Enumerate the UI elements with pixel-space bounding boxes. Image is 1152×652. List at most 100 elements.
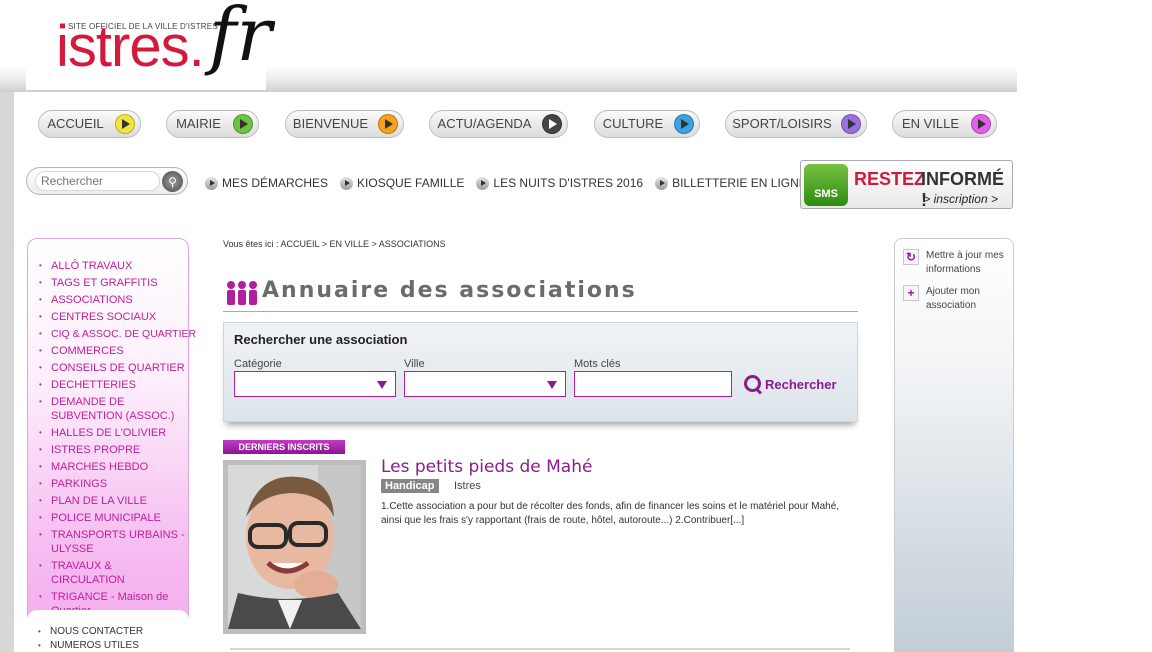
play-arrow-icon xyxy=(476,176,490,190)
quicklink-mes-demarches[interactable]: MES DÉMARCHES xyxy=(205,175,328,191)
add-association-link[interactable]: + Ajouter mon association xyxy=(903,285,996,313)
nav-bienvenue[interactable]: BIENVENUE xyxy=(285,110,404,138)
play-arrow-icon xyxy=(205,176,218,190)
page-title: Annuaire des associations xyxy=(262,278,637,303)
site-logo[interactable]: istres. SITE OFFICIEL DE LA VILLE D'ISTR… xyxy=(26,0,272,90)
nav-label: ACTU/AGENDA xyxy=(437,116,532,131)
header: istres. SITE OFFICIEL DE LA VILLE D'ISTR… xyxy=(0,0,1017,92)
association-search-panel: Rechercher une association Catégorie Vil… xyxy=(223,322,858,422)
sidebar-secondary: NOUS CONTACTER NUMEROS UTILES xyxy=(27,610,189,652)
sidebar-item[interactable]: TRAVAUX & CIRCULATION xyxy=(36,559,188,587)
add-association-label: Ajouter mon association xyxy=(926,286,980,311)
play-arrow-icon xyxy=(340,176,354,190)
search-icon xyxy=(744,375,762,393)
sidebar: ALLÔ TRAVAUX TAGS ET GRAFFITIS ASSOCIATI… xyxy=(27,238,196,652)
quicklink-label: KIOSQUE FAMILLE xyxy=(357,176,465,190)
update-info-link[interactable]: ↻ Mettre à jour mes informations xyxy=(903,249,1012,277)
search-icon[interactable]: ⚲ xyxy=(162,171,183,192)
update-info-label: Mettre à jour mes informations xyxy=(926,250,1004,275)
sidebar-item[interactable]: CONSEILS DE QUARTIER xyxy=(36,361,188,375)
page: istres. SITE OFFICIEL DE LA VILLE D'ISTR… xyxy=(0,0,1152,652)
nav-culture[interactable]: CULTURE xyxy=(594,110,700,138)
sms-inscription-link: > inscription > xyxy=(923,192,998,206)
quicklink-kiosque-famille[interactable]: KIOSQUE FAMILLE xyxy=(340,175,464,191)
dropdown-arrow-icon xyxy=(377,381,387,389)
breadcrumb-path[interactable]: ACCUEIL > EN VILLE > xyxy=(281,239,377,249)
play-arrow-icon xyxy=(115,114,135,134)
quick-links: MES DÉMARCHES KIOSQUE FAMILLE LES NUITS … xyxy=(205,175,807,191)
quicklink-label: LES NUITS D'ISTRES 2016 xyxy=(493,176,644,190)
derniers-inscrits-badge: DERNIERS INSCRITS xyxy=(223,440,345,454)
ville-label: Ville xyxy=(404,358,425,370)
right-actions-panel: ↻ Mettre à jour mes informations + Ajout… xyxy=(894,238,1014,652)
play-arrow-icon xyxy=(674,114,694,134)
play-arrow-icon xyxy=(841,114,861,134)
sidebar-item[interactable]: MARCHES HEBDO xyxy=(36,460,188,474)
category-tag: Handicap xyxy=(381,479,439,493)
rechercher-label: Rechercher xyxy=(765,376,837,392)
sidebar-item[interactable]: PLAN DE LA VILLE xyxy=(36,494,188,508)
refresh-icon: ↻ xyxy=(903,249,919,265)
nav-label: CULTURE xyxy=(602,116,664,131)
play-arrow-icon xyxy=(655,176,669,190)
sidebar-item[interactable]: CENTRES SOCIAUX xyxy=(36,310,188,324)
nav-mairie[interactable]: MAIRIE xyxy=(166,110,259,138)
play-arrow-icon xyxy=(378,114,398,134)
child-photo-image xyxy=(228,465,361,629)
nav-label: SPORT/LOISIRS xyxy=(732,116,832,131)
association-city: Istres xyxy=(454,480,481,492)
nav-sport-loisirs[interactable]: SPORT/LOISIRS xyxy=(725,110,867,138)
breadcrumb-prefix: Vous êtes ici : xyxy=(223,239,279,249)
quicklink-label: BILLETTERIE EN LIGNE xyxy=(672,176,807,190)
sidebar-item[interactable]: COMMERCES xyxy=(36,344,188,358)
nav-accueil[interactable]: ACCUEIL xyxy=(38,110,141,138)
sidebar-item[interactable]: CIQ & ASSOC. DE QUARTIER xyxy=(36,327,196,341)
sidebar-item[interactable]: DECHETTERIES xyxy=(36,378,188,392)
sidebar-item-numeros[interactable]: NUMEROS UTILES xyxy=(35,639,143,652)
dropdown-arrow-icon xyxy=(547,381,557,389)
nav-actu-agenda[interactable]: ACTU/AGENDA xyxy=(429,110,568,138)
sidebar-item[interactable]: ALLÔ TRAVAUX xyxy=(36,259,188,273)
sidebar-item[interactable]: ASSOCIATIONS xyxy=(36,293,188,307)
sidebar-item[interactable]: POLICE MUNICIPALE xyxy=(36,511,188,525)
play-arrow-icon xyxy=(233,114,253,134)
logo-tagline: SITE OFFICIEL DE LA VILLE D'ISTRES xyxy=(68,22,218,31)
association-description: 1.Cette association a pour but de récolt… xyxy=(381,501,840,526)
quicklink-billetterie[interactable]: BILLETTERIE EN LIGNE xyxy=(655,175,807,191)
nav-label: EN VILLE xyxy=(901,116,960,131)
search-input[interactable] xyxy=(35,171,160,191)
sidebar-item[interactable]: TRANSPORTS URBAINS - ULYSSE xyxy=(36,528,188,556)
sidebar-item[interactable]: TAGS ET GRAFFITIS xyxy=(36,276,188,290)
divider xyxy=(230,648,850,650)
nav-label: ACCUEIL xyxy=(47,116,104,131)
search-panel-heading: Rechercher une association xyxy=(234,332,408,347)
categorie-label: Catégorie xyxy=(234,358,282,370)
page-title-bar: Annuaire des associations xyxy=(223,276,858,312)
sidebar-item[interactable]: HALLES DE L'OLIVIER xyxy=(36,426,188,440)
sms-signup-banner[interactable]: SMS RESTEZ INFORMÉ ! > inscription > xyxy=(800,160,1013,210)
sidebar-item[interactable]: PARKINGS xyxy=(36,477,188,491)
association-title-link[interactable]: Les petits pieds de Mahé xyxy=(381,457,592,477)
sidebar-item[interactable]: ISTRES PROPRE xyxy=(36,443,188,457)
sidebar-secondary-menu: NOUS CONTACTER NUMEROS UTILES xyxy=(35,625,143,652)
mots-cles-input[interactable] xyxy=(574,371,732,397)
sidebar-item[interactable]: DEMANDE DE SUBVENTION (ASSOC.) xyxy=(36,395,188,423)
sms-restez: RESTEZ xyxy=(854,169,926,189)
play-arrow-icon xyxy=(542,114,562,134)
nav-en-ville[interactable]: EN VILLE xyxy=(892,110,997,138)
breadcrumb: Vous êtes ici : ACCUEIL > EN VILLE > ASS… xyxy=(223,239,446,249)
quicklink-nuits-istres[interactable]: LES NUITS D'ISTRES 2016 xyxy=(476,175,643,191)
categorie-select[interactable] xyxy=(234,371,396,397)
logo-fr-text: fr xyxy=(209,0,272,78)
association-photo[interactable] xyxy=(223,460,366,634)
sidebar-item-contact[interactable]: NOUS CONTACTER xyxy=(35,625,143,639)
main-nav: ACCUEIL MAIRIE BIENVENUE ACTU/AGENDA CUL… xyxy=(0,110,1017,138)
ville-select[interactable] xyxy=(404,371,566,397)
breadcrumb-current: ASSOCIATIONS xyxy=(378,239,446,249)
nav-label: MAIRIE xyxy=(176,116,221,131)
sidebar-menu: ALLÔ TRAVAUX TAGS ET GRAFFITIS ASSOCIATI… xyxy=(36,259,196,621)
play-arrow-icon xyxy=(971,114,991,134)
nav-label: BIENVENUE xyxy=(292,116,369,131)
rechercher-button[interactable]: Rechercher xyxy=(744,372,837,396)
people-icon xyxy=(227,281,257,305)
